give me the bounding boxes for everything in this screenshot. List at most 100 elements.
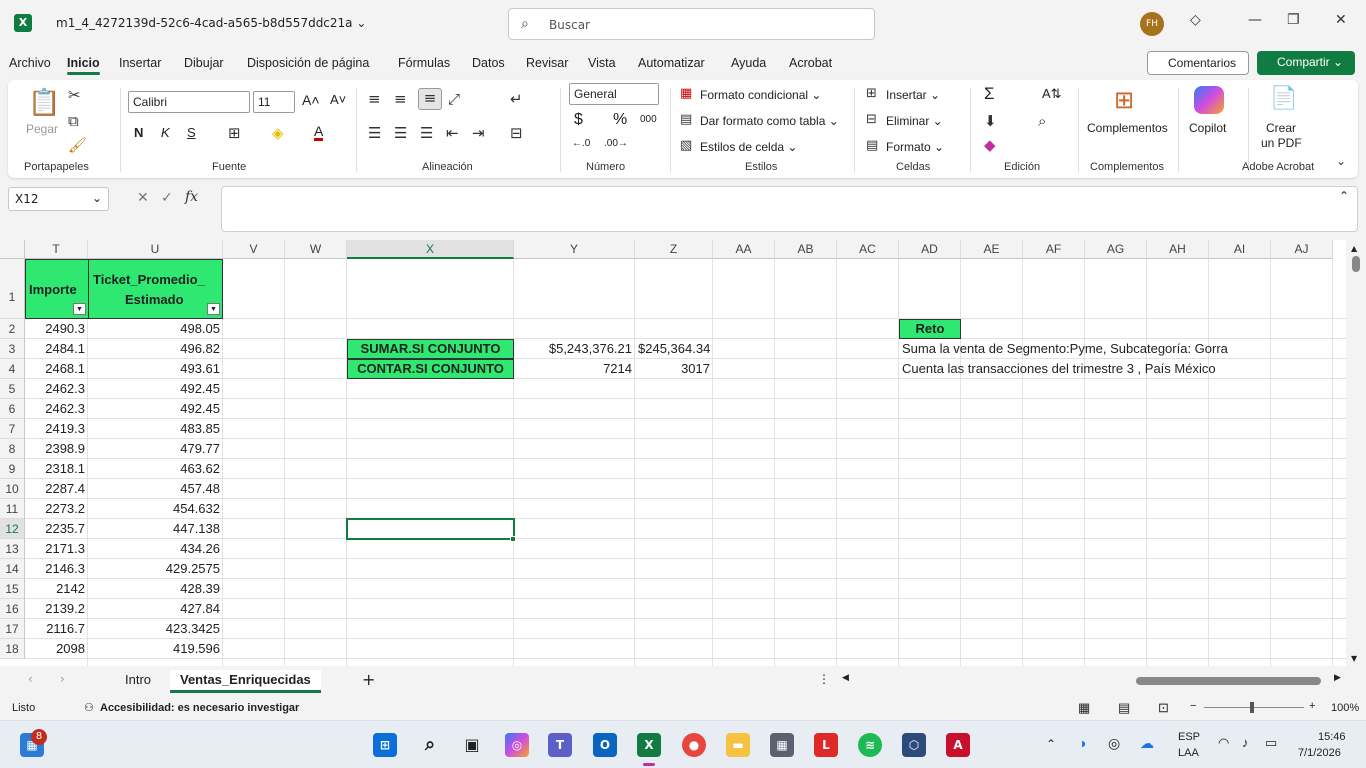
sheet-tab-ventas[interactable]: Ventas_Enriquecidas — [170, 670, 321, 693]
tab-vista[interactable]: Vista — [588, 56, 616, 70]
excel-taskbar-icon[interactable]: X — [637, 733, 661, 757]
importe-cell[interactable]: 2490.3 — [25, 319, 88, 339]
row-header-8[interactable]: 8 — [0, 439, 25, 459]
decrease-font-icon[interactable]: A˅ — [330, 92, 346, 107]
increase-font-icon[interactable]: A˄ — [302, 92, 320, 108]
ticket-cell[interactable]: 423.3425 — [88, 619, 223, 639]
percent-icon[interactable]: % — [613, 111, 627, 129]
column-header-ad[interactable]: AD — [899, 240, 961, 259]
more-options-icon[interactable]: ⋮ — [818, 672, 830, 686]
ribbon-collapse-icon[interactable]: ⌄ — [1336, 154, 1346, 168]
cell-styles-button[interactable]: Estilos de celda ⌄ — [700, 140, 797, 154]
scroll-left-icon[interactable]: ◀ — [842, 673, 849, 683]
reto-count-cell[interactable]: Cuenta las transacciones del trimestre 3… — [899, 359, 1339, 379]
column-header-af[interactable]: AF — [1023, 240, 1085, 259]
align-left-icon[interactable]: ☰ — [368, 124, 381, 142]
spotify-icon[interactable]: ≋ — [858, 733, 882, 757]
ticket-cell[interactable]: 479.77 — [88, 439, 223, 459]
decrease-indent-icon[interactable]: ⇤ — [446, 124, 459, 142]
column-header-y[interactable]: Y — [514, 240, 635, 259]
normal-view-icon[interactable]: ▦ — [1078, 700, 1090, 716]
borders-icon[interactable]: ⊞ — [228, 124, 241, 142]
close-icon[interactable]: ✕ — [1335, 12, 1347, 28]
scroll-right-icon[interactable]: ▶ — [1334, 673, 1341, 683]
ticket-cell[interactable]: 496.82 — [88, 339, 223, 359]
contar-label-cell[interactable]: CONTAR.SI CONJUNTO — [347, 359, 514, 379]
align-top-icon[interactable]: ≡ — [368, 90, 381, 108]
search-input[interactable]: ⌕ Buscar — [508, 8, 875, 40]
enter-icon[interactable]: ✓ — [161, 190, 173, 206]
horizontal-scroll-thumb[interactable] — [1136, 677, 1321, 685]
file-explorer-icon[interactable]: ▬ — [726, 733, 750, 757]
ticket-cell[interactable]: 457.48 — [88, 479, 223, 499]
scroll-up-icon[interactable]: ▲ — [1351, 244, 1357, 253]
align-middle-icon[interactable]: ≡ — [394, 90, 407, 108]
format-as-table-button[interactable]: Dar formato como tabla ⌄ — [700, 114, 839, 128]
sheet-tab-intro[interactable]: Intro — [117, 670, 159, 689]
column-header-ah[interactable]: AH — [1147, 240, 1209, 259]
acrobat-icon[interactable]: A — [946, 733, 970, 757]
column-header-z[interactable]: Z — [635, 240, 713, 259]
column-header-t[interactable]: T — [25, 240, 88, 259]
name-box[interactable]: X12 ⌄ — [8, 187, 109, 211]
importe-cell[interactable]: 2462.3 — [25, 399, 88, 419]
filter-dropdown-icon[interactable]: ▼ — [73, 303, 86, 315]
column-header-ai[interactable]: AI — [1209, 240, 1271, 259]
font-size-select[interactable]: 11 — [253, 91, 295, 113]
page-break-icon[interactable]: ⊡ — [1158, 700, 1169, 716]
number-format-select[interactable]: General — [569, 83, 659, 105]
format-table-icon[interactable]: ▤ — [680, 112, 692, 127]
app-l-icon[interactable]: L — [814, 733, 838, 757]
format-painter-icon[interactable]: 🖌 — [68, 136, 87, 154]
increase-decimal-icon[interactable]: ←.0 — [572, 138, 590, 149]
page-layout-icon[interactable]: ▤ — [1118, 700, 1130, 716]
ticket-cell[interactable]: 492.45 — [88, 379, 223, 399]
document-title[interactable]: m1_4_4272139d-52c6-4cad-a565-b8d557ddc21… — [56, 16, 366, 30]
vpn-icon[interactable]: ⬡ — [902, 733, 926, 757]
insert-cells-button[interactable]: Insertar ⌄ — [886, 88, 940, 102]
zoom-out-icon[interactable]: − — [1190, 700, 1196, 712]
align-center-icon[interactable]: ☰ — [394, 124, 407, 142]
column-header-aa[interactable]: AA — [713, 240, 775, 259]
importe-cell[interactable]: 2462.3 — [25, 379, 88, 399]
row-header-15[interactable]: 15 — [0, 579, 25, 599]
tab-datos[interactable]: Datos — [472, 56, 505, 70]
zoom-in-icon[interactable]: + — [1309, 700, 1315, 712]
tab-revisar[interactable]: Revisar — [526, 56, 568, 70]
importe-cell[interactable]: 2171.3 — [25, 539, 88, 559]
reto-sum-cell[interactable]: Suma la venta de Segmento:Pyme, Subcateg… — [899, 339, 1339, 359]
insert-function-button[interactable]: fx — [185, 189, 198, 205]
sort-filter-icon[interactable]: A⇅ — [1042, 86, 1062, 102]
zoom-level[interactable]: 100% — [1331, 702, 1359, 714]
importe-cell[interactable]: 2273.2 — [25, 499, 88, 519]
tab-acrobat[interactable]: Acrobat — [789, 56, 832, 70]
start-icon[interactable]: ⊞ — [373, 733, 397, 757]
column-header-ae[interactable]: AE — [961, 240, 1023, 259]
wrap-text-icon[interactable]: ↵ — [510, 90, 523, 108]
ticket-cell[interactable]: 434.26 — [88, 539, 223, 559]
calculator-icon[interactable]: ▦ — [770, 733, 794, 757]
ticket-cell[interactable]: 498.05 — [88, 319, 223, 339]
column-header-v[interactable]: V — [223, 240, 285, 259]
row-header-3[interactable]: 3 — [0, 339, 25, 359]
search-taskbar-icon[interactable]: ⌕ — [418, 733, 442, 757]
importe-cell[interactable]: 2116.7 — [25, 619, 88, 639]
importe-cell[interactable]: 2098 — [25, 639, 88, 659]
align-right-icon[interactable]: ☰ — [420, 124, 433, 142]
create-pdf-line1[interactable]: Crear — [1266, 121, 1296, 135]
format-cells-icon[interactable]: ▤ — [866, 138, 878, 153]
ticket-cell[interactable]: 428.39 — [88, 579, 223, 599]
tab-automatizar[interactable]: Automatizar — [638, 56, 705, 70]
header-cell-ticket[interactable]: Ticket_Promedio_ Estimado ▼ — [88, 259, 223, 319]
decrease-decimal-icon[interactable]: .00→ — [604, 138, 628, 149]
battery-icon[interactable]: ▭ — [1265, 735, 1277, 751]
conditional-format-button[interactable]: Formato condicional ⌄ — [700, 88, 821, 102]
row-header-7[interactable]: 7 — [0, 419, 25, 439]
contar-y-cell[interactable]: 7214 — [514, 359, 635, 379]
underline-button[interactable]: S — [187, 125, 196, 140]
vertical-scrollbar[interactable]: ▲ ▼ — [1346, 240, 1366, 666]
ticket-cell[interactable]: 493.61 — [88, 359, 223, 379]
row-header-14[interactable]: 14 — [0, 559, 25, 579]
language-secondary[interactable]: LAA — [1178, 747, 1199, 759]
ticket-cell[interactable]: 463.62 — [88, 459, 223, 479]
